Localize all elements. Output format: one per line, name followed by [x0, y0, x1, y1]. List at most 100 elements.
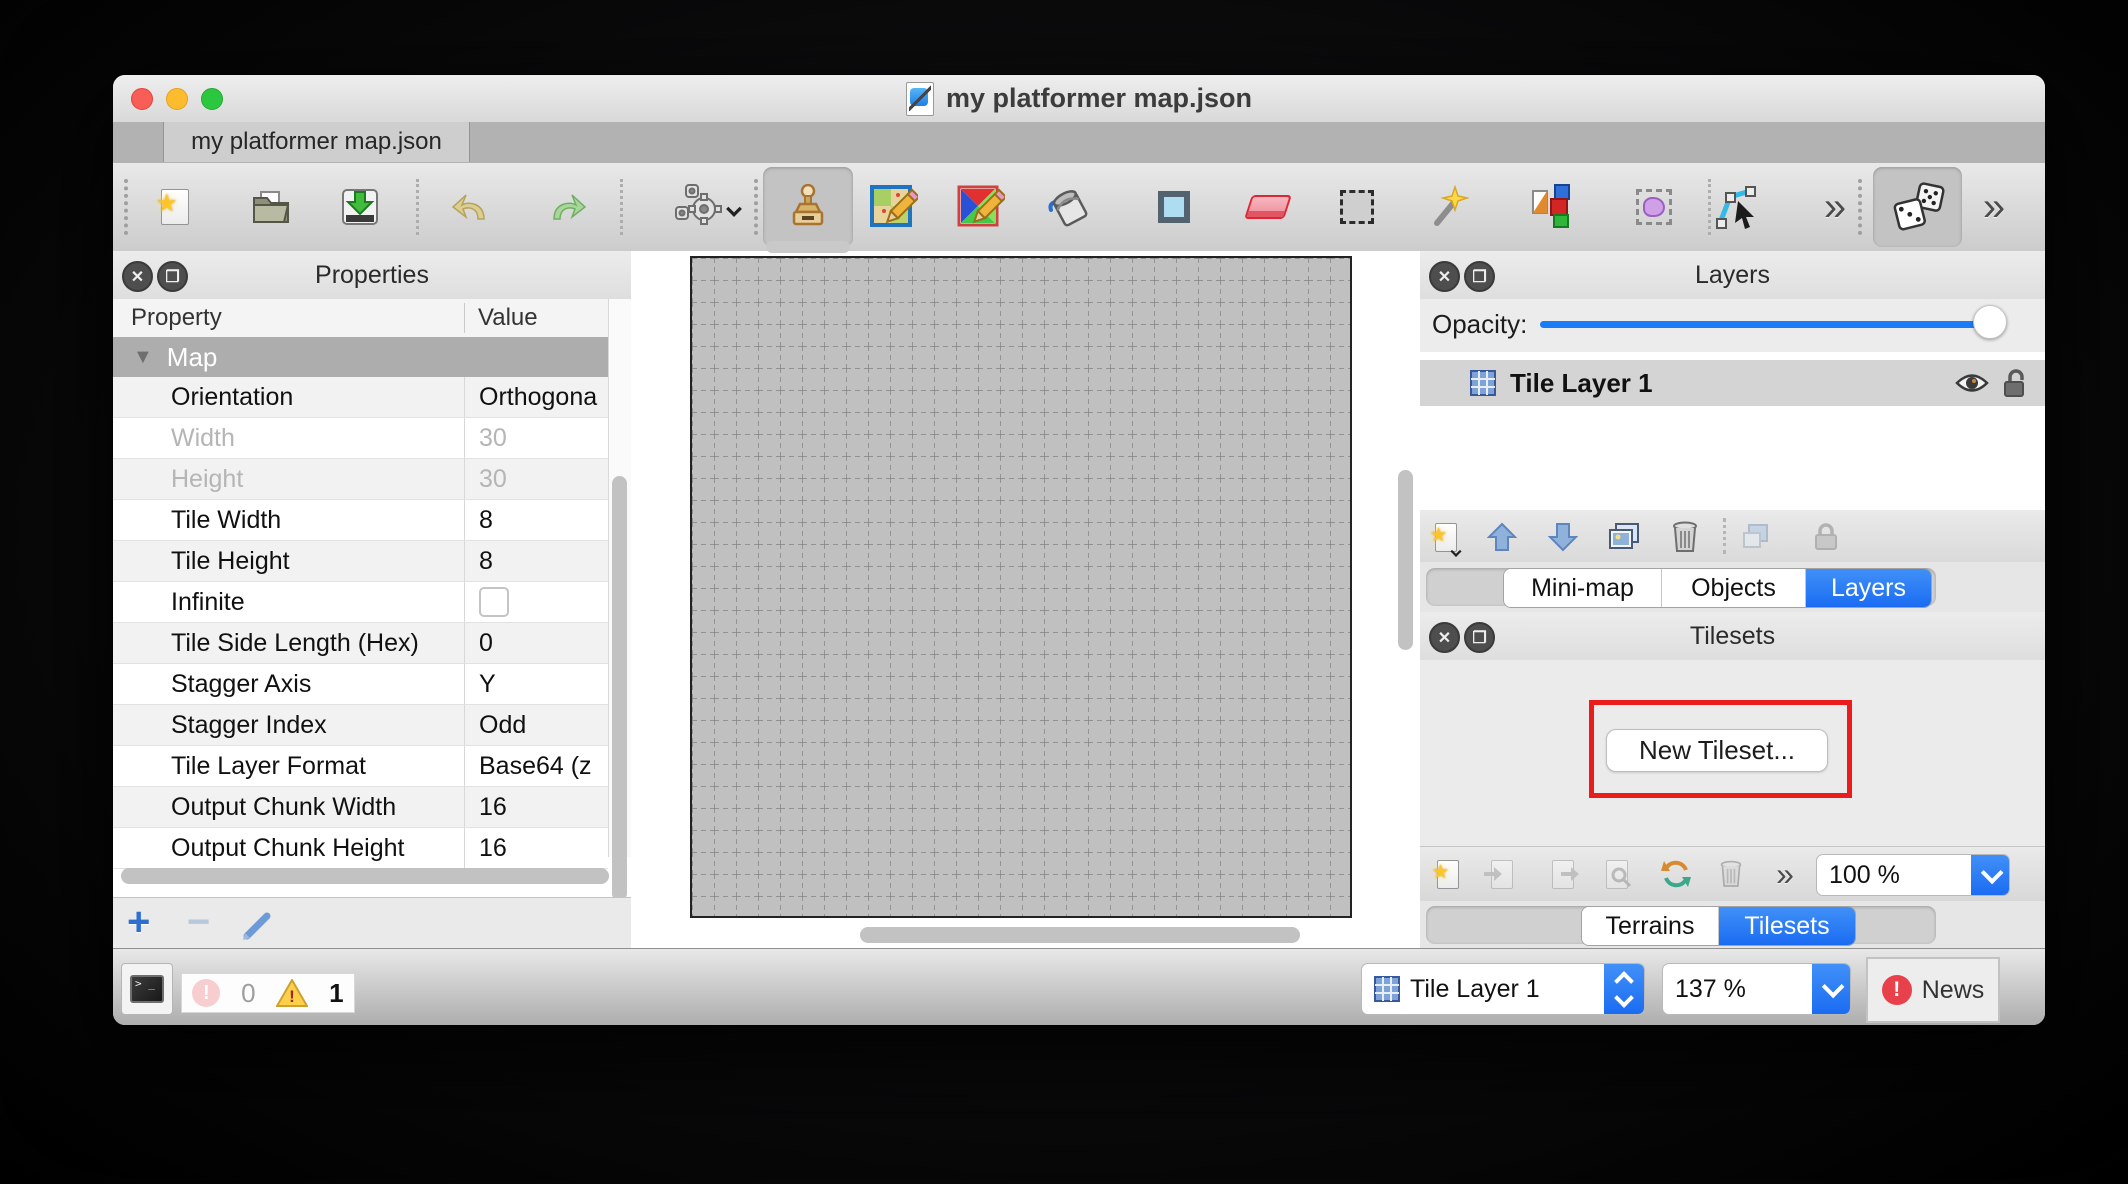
canvas-horizontal-scrollbar[interactable]	[860, 927, 1300, 943]
magic-wand-button[interactable]	[1419, 179, 1475, 235]
map-canvas-area[interactable]	[631, 251, 1421, 948]
edit-property-button[interactable]	[241, 910, 275, 940]
tile-layer-icon	[1470, 370, 1496, 396]
open-button[interactable]	[243, 179, 299, 235]
canvas-vertical-scrollbar[interactable]	[1398, 470, 1413, 650]
property-row-infinite[interactable]: Infinite	[113, 582, 608, 623]
chevron-down-icon[interactable]	[1971, 855, 2009, 895]
chevron-down-icon[interactable]	[1812, 964, 1850, 1014]
zoom-level-select[interactable]: 137 %	[1662, 963, 1851, 1015]
property-row[interactable]: Stagger IndexOdd	[113, 705, 608, 746]
panel-title: Tilesets	[1420, 612, 2045, 660]
show-other-layers-button[interactable]	[1736, 518, 1776, 556]
toolbar-separator	[620, 179, 623, 235]
property-row[interactable]: Tile Side Length (Hex)0	[113, 623, 608, 664]
close-panel-icon[interactable]: ✕	[122, 261, 153, 292]
chevron-double-right-icon: »	[1776, 858, 1794, 890]
remove-property-button[interactable]: −	[187, 900, 210, 945]
remove-tileset-button[interactable]	[1711, 855, 1751, 893]
duplicate-layer-button[interactable]	[1604, 518, 1644, 556]
property-row[interactable]: Stagger AxisY	[113, 664, 608, 705]
float-panel-icon[interactable]: ❐	[157, 261, 188, 292]
float-panel-icon[interactable]: ❐	[1464, 261, 1495, 292]
new-tileset-button[interactable]: New Tileset...	[1606, 729, 1828, 772]
property-row[interactable]: Output Chunk Width16	[113, 787, 608, 828]
terrain-brush-button[interactable]	[866, 179, 922, 235]
new-map-icon: ★	[161, 189, 189, 225]
eraser-button[interactable]	[1240, 179, 1296, 235]
edit-tileset-button[interactable]	[1597, 855, 1637, 893]
same-tile-select-button[interactable]	[1523, 179, 1579, 235]
select-objects-button[interactable]	[1626, 179, 1682, 235]
console-toggle-button[interactable]: > _	[121, 963, 173, 1015]
undo-button[interactable]	[442, 179, 498, 235]
commands-button[interactable]	[665, 179, 751, 235]
add-property-button[interactable]: +	[127, 900, 150, 945]
messages-summary[interactable]: ! 0 ! 1	[181, 973, 355, 1013]
toolbar-handle[interactable]	[124, 179, 128, 235]
svg-text:!: !	[290, 987, 296, 1006]
close-panel-icon[interactable]: ✕	[1429, 261, 1460, 292]
edit-polygons-button[interactable]	[1710, 179, 1766, 235]
tab-layers[interactable]: Layers	[1806, 569, 1931, 607]
float-panel-icon[interactable]: ❐	[1464, 622, 1495, 653]
close-panel-icon[interactable]: ✕	[1429, 622, 1460, 653]
error-icon: !	[192, 979, 220, 1007]
more-tools-button[interactable]: »	[1807, 179, 1863, 235]
opacity-slider-handle[interactable]	[1973, 305, 2007, 339]
property-row[interactable]: Tile Width8	[113, 500, 608, 541]
layer-row[interactable]: Tile Layer 1	[1420, 360, 2045, 406]
vertical-scrollbar[interactable]	[612, 476, 627, 901]
redo-button[interactable]	[540, 179, 596, 235]
layer-visible-eye-icon[interactable]	[1955, 372, 1989, 394]
opacity-row: Opacity:	[1420, 299, 2045, 352]
toolbar-overflow-button[interactable]: »	[1966, 179, 2022, 235]
layer-name: Tile Layer 1	[1510, 368, 1653, 399]
dice-icon	[1889, 179, 1947, 235]
news-button[interactable]: ! News	[1866, 957, 2000, 1023]
refresh-icon	[1661, 859, 1691, 889]
new-layer-button[interactable]: ★	[1426, 518, 1466, 556]
tileset-overflow-button[interactable]: »	[1765, 855, 1805, 893]
property-row: Height30	[113, 459, 608, 500]
lock-layers-button[interactable]	[1806, 518, 1846, 556]
layer-unlocked-icon[interactable]	[2003, 368, 2029, 398]
remove-layer-button[interactable]	[1665, 518, 1705, 556]
save-button[interactable]	[332, 179, 388, 235]
infinite-checkbox[interactable]	[479, 587, 509, 617]
random-mode-button[interactable]	[1873, 167, 1962, 247]
stepper-icon[interactable]	[1604, 964, 1644, 1014]
tileset-zoom-select[interactable]: 100 %	[1816, 854, 2010, 896]
tab-tilesets[interactable]: Tilesets	[1719, 907, 1855, 945]
rectangular-select-button[interactable]	[1329, 179, 1385, 235]
current-layer-select[interactable]: Tile Layer 1	[1361, 963, 1645, 1015]
rectangular-select-icon	[1340, 190, 1374, 224]
tab-mini-map[interactable]: Mini-map	[1504, 569, 1662, 607]
export-tileset-button[interactable]	[1543, 855, 1583, 893]
opacity-slider[interactable]	[1540, 321, 2003, 328]
property-row[interactable]: Output Chunk Height16	[113, 828, 608, 869]
status-bar: > _ ! 0 ! 1 Tile Layer 1 137 %	[113, 948, 2045, 1025]
import-tileset-button[interactable]	[1482, 855, 1522, 893]
property-row[interactable]: Tile Layer FormatBase64 (z	[113, 746, 608, 787]
stamp-brush-button[interactable]	[763, 167, 853, 247]
property-row[interactable]: OrientationOrthogona	[113, 377, 608, 418]
lower-layer-button[interactable]	[1543, 518, 1583, 556]
document-tab[interactable]: my platformer map.json	[163, 122, 470, 162]
new-tileset-toolbar-button[interactable]: ★	[1428, 855, 1468, 893]
map-grid[interactable]	[690, 256, 1352, 918]
wang-brush-button[interactable]	[953, 179, 1009, 235]
toolbar-handle[interactable]	[754, 179, 758, 235]
property-row[interactable]: Tile Height8	[113, 541, 608, 582]
tab-objects[interactable]: Objects	[1662, 569, 1806, 607]
new-map-button[interactable]: ★	[155, 179, 211, 235]
reload-tileset-button[interactable]	[1656, 855, 1696, 893]
tab-terrains[interactable]: Terrains	[1582, 907, 1719, 945]
shape-fill-button[interactable]	[1146, 179, 1202, 235]
raise-layer-button[interactable]	[1482, 518, 1522, 556]
property-group-map[interactable]: ▼ Map	[113, 337, 608, 377]
toolbar-handle[interactable]	[1858, 179, 1862, 235]
terrain-brush-icon	[870, 183, 918, 231]
horizontal-scrollbar[interactable]	[121, 868, 609, 884]
bucket-fill-button[interactable]	[1040, 179, 1096, 235]
